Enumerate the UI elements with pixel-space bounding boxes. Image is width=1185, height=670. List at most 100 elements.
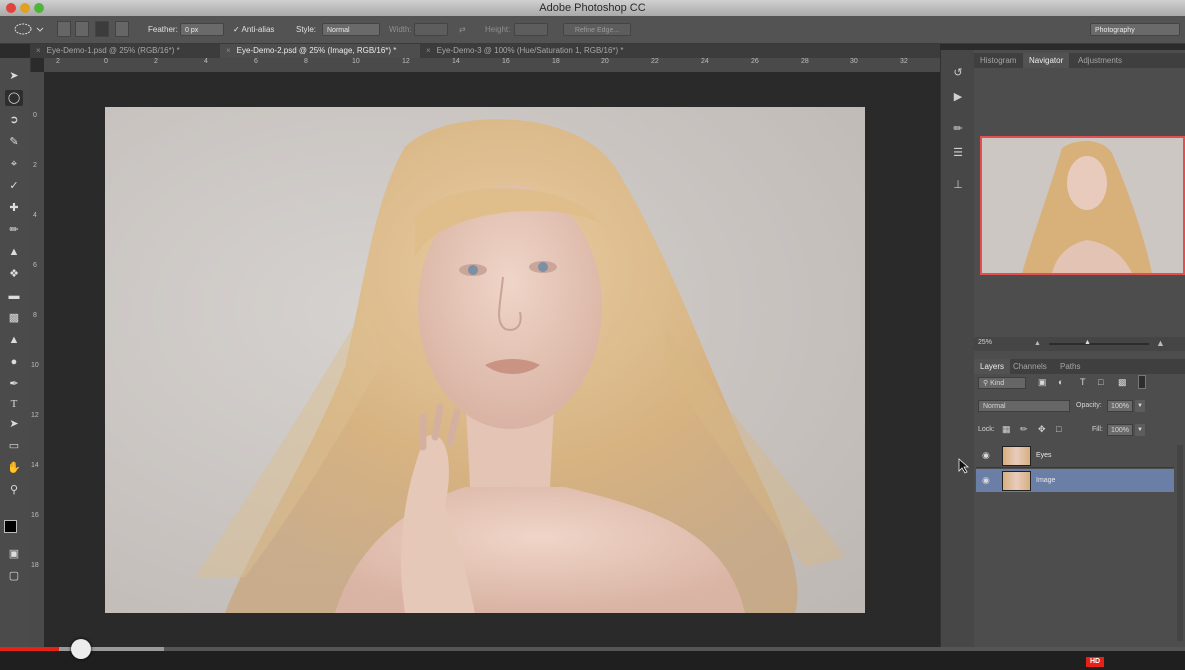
pen-tool-icon[interactable]: ✒	[5, 376, 23, 392]
ruler-tick: 6	[254, 58, 258, 65]
zoom-in-icon[interactable]: ▲	[1156, 338, 1165, 348]
width-input[interactable]	[414, 23, 448, 36]
add-to-selection-button[interactable]	[75, 21, 89, 37]
minimize-window-button[interactable]	[20, 3, 30, 13]
tab-eye-demo-2[interactable]: × Eye-Demo-2.psd @ 25% (Image, RGB/16*) *	[220, 44, 420, 58]
tab-adjustments[interactable]: Adjustments	[1072, 53, 1128, 68]
filter-kind-label: Kind	[990, 380, 1005, 387]
crop-tool-icon[interactable]: ⌖	[5, 156, 23, 172]
tab-histogram[interactable]: Histogram	[974, 53, 1022, 68]
filter-type-icon[interactable]: T	[1080, 377, 1086, 387]
blend-mode-select[interactable]: Normal	[978, 400, 1070, 412]
subtract-from-selection-button[interactable]	[95, 21, 109, 37]
layer-row-image[interactable]: ◉ Image	[976, 469, 1174, 492]
filter-smart-object-icon[interactable]: ▩	[1118, 377, 1127, 388]
lock-position-icon[interactable]: ✥	[1038, 424, 1046, 435]
ruler-tick: 24	[701, 58, 709, 65]
hd-badge[interactable]: HD	[1086, 657, 1104, 667]
layer-filter-select[interactable]: ⚲ Kind	[978, 377, 1026, 389]
healing-brush-tool-icon[interactable]: ✚	[5, 200, 23, 216]
close-tab-icon[interactable]: ×	[226, 46, 231, 55]
clone-stamp-tool-icon[interactable]: ▲	[5, 244, 23, 260]
fill-label: Fill:	[1092, 426, 1103, 433]
antialias-checkbox[interactable]: ✓ Anti-alias	[233, 16, 274, 43]
quick-mask-icon[interactable]: ▣	[5, 546, 23, 562]
type-tool-icon[interactable]: T	[5, 396, 23, 412]
vruler-tick: 2	[33, 162, 37, 169]
eraser-tool-icon[interactable]: ▬	[5, 288, 23, 304]
actions-play-icon[interactable]: ▶	[950, 90, 966, 104]
filter-adjustment-icon[interactable]: ◐	[1058, 377, 1063, 387]
info-panel-icon[interactable]: ⊥	[950, 178, 966, 192]
layers-scrollbar[interactable]	[1177, 445, 1183, 641]
quick-selection-tool-icon[interactable]: ✎	[5, 134, 23, 150]
refine-edge-button[interactable]: Refine Edge...	[563, 23, 631, 36]
antialias-label: Anti-alias	[241, 25, 275, 34]
new-selection-button[interactable]	[57, 21, 71, 37]
checkmark-icon: ✓	[233, 25, 240, 34]
tab-eye-demo-3[interactable]: × Eye-Demo-3 @ 100% (Hue/Saturation 1, RG…	[420, 44, 680, 58]
tool-preset-picker[interactable]	[10, 16, 44, 43]
foreground-color-swatch[interactable]	[4, 520, 17, 533]
vruler-tick: 14	[31, 462, 39, 469]
feather-input[interactable]: 0 px	[180, 23, 224, 36]
blur-tool-icon[interactable]: ▲	[5, 332, 23, 348]
tab-navigator[interactable]: Navigator	[1023, 53, 1070, 68]
height-input[interactable]	[514, 23, 548, 36]
elliptical-marquee-tool-icon[interactable]: ◯	[5, 90, 23, 106]
style-select[interactable]: Normal	[322, 23, 380, 36]
height-label: Height:	[485, 25, 511, 34]
lock-image-icon[interactable]: ✏	[1020, 424, 1028, 435]
screen-mode-icon[interactable]: ▢	[5, 568, 23, 584]
brush-tool-icon[interactable]: ✏	[5, 222, 23, 238]
zoom-slider-handle[interactable]: ▲	[1084, 339, 1091, 346]
tab-eye-demo-1[interactable]: × Eye-Demo-1.psd @ 25% (RGB/16*) *	[30, 44, 220, 58]
opacity-dropdown-icon[interactable]: ▼	[1135, 400, 1145, 412]
lock-transparent-icon[interactable]: ▦	[1002, 424, 1011, 435]
move-tool-icon[interactable]: ➤	[5, 68, 23, 84]
eye-visibility-icon[interactable]: ◉	[982, 475, 992, 485]
video-scrubber-handle[interactable]	[71, 639, 91, 659]
tab-layers[interactable]: Layers	[974, 359, 1011, 374]
path-selection-tool-icon[interactable]: ➤	[5, 416, 23, 432]
fill-input[interactable]: 100%	[1107, 424, 1133, 436]
zoom-window-button[interactable]	[34, 3, 44, 13]
properties-panel-icon[interactable]: ☰	[950, 146, 966, 160]
opacity-input[interactable]: 100%	[1107, 400, 1133, 412]
lasso-tool-icon[interactable]: ➲	[5, 112, 23, 128]
ruler-tick: 32	[900, 58, 908, 65]
workspace-select[interactable]: Photography	[1090, 23, 1180, 36]
layer-row-eyes[interactable]: ◉ Eyes	[976, 444, 1174, 468]
navigator-zoom-value[interactable]: 25%	[978, 339, 992, 346]
video-progress-track[interactable]	[0, 647, 1185, 651]
filter-toggle-switch[interactable]	[1138, 375, 1146, 389]
eyedropper-tool-icon[interactable]: ✓	[5, 178, 23, 194]
filter-pixel-icon[interactable]: ▣	[1038, 377, 1047, 388]
zoom-slider[interactable]	[1049, 343, 1149, 345]
swap-icon[interactable]: ⇄	[459, 16, 466, 43]
navigator-panel-tabs: Histogram Navigator Adjustments	[974, 53, 1185, 68]
close-tab-icon[interactable]: ×	[36, 46, 41, 55]
filter-shape-icon[interactable]: □	[1098, 377, 1103, 387]
dodge-tool-icon[interactable]: ●	[5, 354, 23, 370]
ruler-tick: 2	[56, 58, 60, 65]
lock-all-icon[interactable]: □	[1056, 424, 1061, 434]
gradient-tool-icon[interactable]: ▩	[5, 310, 23, 326]
rectangle-tool-icon[interactable]: ▭	[5, 438, 23, 454]
tab-label: Eye-Demo-3 @ 100% (Hue/Saturation 1, RGB…	[436, 46, 624, 55]
navigator-thumbnail[interactable]	[980, 136, 1185, 275]
fill-dropdown-icon[interactable]: ▼	[1135, 424, 1145, 436]
tab-channels[interactable]: Channels	[1007, 359, 1053, 374]
history-panel-icon[interactable]: ↺	[950, 66, 966, 80]
close-window-button[interactable]	[6, 3, 16, 13]
close-tab-icon[interactable]: ×	[426, 46, 431, 55]
zoom-tool-icon[interactable]: ⚲	[5, 482, 23, 498]
eye-visibility-icon[interactable]: ◉	[982, 450, 992, 460]
intersect-selection-button[interactable]	[115, 21, 129, 37]
hand-tool-icon[interactable]: ✋	[5, 460, 23, 476]
document-image[interactable]	[105, 107, 865, 613]
history-brush-tool-icon[interactable]: ❖	[5, 266, 23, 282]
tab-paths[interactable]: Paths	[1054, 359, 1086, 374]
zoom-out-icon[interactable]: ▲	[1034, 340, 1041, 347]
tool-presets-icon[interactable]: ✏	[950, 122, 966, 136]
